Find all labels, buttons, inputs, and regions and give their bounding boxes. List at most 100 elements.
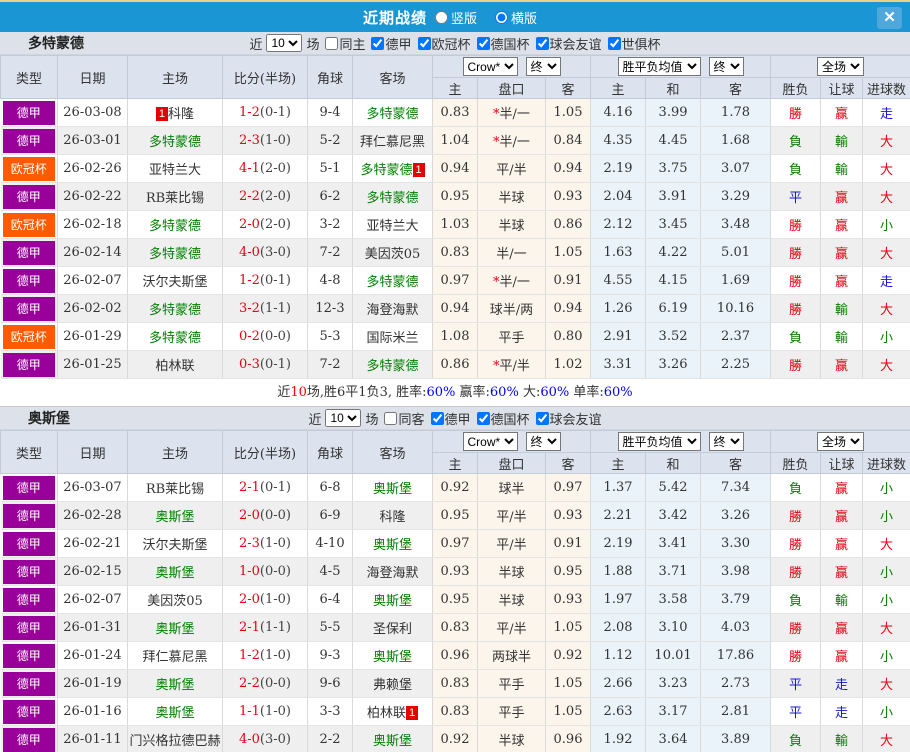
- league-filter-2[interactable]: 球会友谊: [535, 409, 602, 428]
- avg-home-cell: 1.97: [590, 585, 647, 614]
- team-name: 拜仁慕尼黑: [142, 650, 208, 665]
- type-cell: 德甲: [0, 613, 58, 642]
- avg-final-select[interactable]: 终: [708, 432, 744, 451]
- league-filter-3-checkbox[interactable]: [535, 36, 549, 50]
- result-goals-cell: 走: [862, 98, 910, 127]
- radio-vertical-layout[interactable]: [434, 10, 448, 24]
- avg-away-cell: 10.16: [700, 294, 772, 323]
- league-filter-3-label: 球会友谊: [549, 37, 602, 53]
- avg-home-cell: 1.12: [590, 641, 647, 670]
- league-filter-3[interactable]: 球会友谊: [535, 34, 602, 53]
- full-time-score: 0-2: [238, 329, 260, 344]
- away-odds-cell: 0.91: [545, 529, 592, 558]
- games-label: 场: [365, 412, 379, 428]
- result-handicap-cell: 走: [820, 697, 864, 726]
- team-cell: 圣保利: [352, 613, 433, 642]
- home-odds-cell: 0.83: [432, 98, 478, 127]
- avg-draw-cell: 3.17: [645, 697, 702, 726]
- result-handicap-cell: 輸: [820, 725, 864, 752]
- avg-draw-cell: 3.23: [645, 669, 702, 698]
- home-odds-cell: 0.96: [432, 641, 478, 670]
- avg-group-header: 胜平负均值终: [590, 55, 772, 78]
- league-filter-1-checkbox[interactable]: [417, 36, 431, 50]
- avg-odds-select[interactable]: 胜平负均值: [617, 432, 701, 451]
- handicap-star: *: [493, 107, 500, 122]
- result-handicap-cell: 赢: [820, 473, 864, 502]
- team-cell: 多特蒙德: [127, 210, 223, 239]
- avg-away-cell: 2.25: [700, 350, 772, 379]
- team-cell: 科隆: [352, 501, 433, 530]
- same-side-filter[interactable]: 同主: [325, 34, 365, 53]
- odds-final-select[interactable]: 终: [525, 432, 561, 451]
- half-time-score: (0-1): [259, 480, 291, 495]
- odds-source-select[interactable]: Crow*: [462, 432, 518, 451]
- team-cell: 奥斯堡: [352, 641, 433, 670]
- avg-draw-cell: 6.19: [645, 294, 702, 323]
- team-cell: 拜仁慕尼黑: [352, 126, 433, 155]
- league-filter-2[interactable]: 德国杯: [476, 34, 530, 53]
- half-time-score: (3-0): [259, 732, 291, 747]
- league-filter-0-label: 德甲: [385, 37, 412, 53]
- red-card-badge: 1: [412, 163, 425, 177]
- col-header-2: 主场: [127, 430, 223, 474]
- result-wdl-cell: 勝: [770, 557, 822, 586]
- home-odds-cell: 0.97: [432, 529, 478, 558]
- full-match-select[interactable]: 全场: [817, 57, 865, 76]
- odds-source-select[interactable]: Crow*: [462, 57, 518, 76]
- score-cell: 2-1(0-1): [222, 473, 308, 502]
- half-time-score: (1-0): [259, 133, 291, 148]
- handicap-cell: 两球半: [477, 641, 546, 670]
- avg-odds-select[interactable]: 胜平负均值: [617, 57, 701, 76]
- radio-horizontal-layout[interactable]: [495, 10, 508, 24]
- avg-away-cell: 3.79: [700, 585, 772, 614]
- summary-segment: 单率:: [569, 385, 604, 400]
- near-label: 近: [308, 412, 322, 428]
- league-filter-0[interactable]: 德甲: [430, 409, 471, 428]
- half-time-score: (1-1): [259, 301, 291, 316]
- avg-draw-cell: 3.42: [645, 501, 702, 530]
- league-filter-0[interactable]: 德甲: [371, 34, 412, 53]
- avg-final-select[interactable]: 终: [708, 57, 744, 76]
- sub-header-1: 盘口: [477, 77, 546, 99]
- league-filter-1[interactable]: 德国杯: [476, 409, 530, 428]
- league-filter-2-checkbox[interactable]: [476, 36, 490, 50]
- result-wdl-cell: 負: [770, 585, 822, 614]
- league-filter-0-checkbox[interactable]: [371, 36, 385, 50]
- same-side-filter-checkbox[interactable]: [384, 411, 398, 425]
- date-cell: 26-02-07: [57, 585, 128, 614]
- avg-home-cell: 2.08: [590, 613, 647, 642]
- close-icon[interactable]: ✕: [877, 7, 902, 29]
- result-goals-cell: 大: [862, 126, 910, 155]
- away-odds-cell: 0.92: [545, 641, 592, 670]
- league-filter-0-checkbox[interactable]: [430, 411, 444, 425]
- same-side-filter[interactable]: 同客: [384, 409, 425, 428]
- radio-horizontal-label[interactable]: 横版: [511, 8, 537, 27]
- handicap-star: *: [493, 275, 500, 290]
- date-cell: 26-03-01: [57, 126, 128, 155]
- radio-vertical-label[interactable]: 竖版: [451, 8, 477, 27]
- same-side-filter-checkbox[interactable]: [325, 36, 339, 50]
- league-filter-1[interactable]: 欧冠杯: [417, 34, 471, 53]
- full-match-select[interactable]: 全场: [817, 432, 865, 451]
- type-cell: 德甲: [0, 98, 58, 127]
- odds-group-header: Crow* 终: [431, 55, 592, 78]
- sub-header-8: 进球数: [862, 77, 910, 99]
- handicap-cell: 球半: [477, 473, 546, 502]
- games-count-select[interactable]: 10: [266, 34, 303, 52]
- table-row: 德甲 26-02-07 沃尔夫斯堡 1-2(0-1) 4-8 多特蒙德 0.97 *半/一 0.…: [0, 266, 910, 295]
- league-filter-1-checkbox[interactable]: [476, 411, 490, 425]
- type-badge: 德甲: [2, 699, 55, 724]
- league-filter-4[interactable]: 世俱杯: [607, 34, 661, 53]
- league-filter-4-checkbox[interactable]: [607, 36, 621, 50]
- full-time-score: 2-3: [238, 536, 260, 551]
- handicap-cell: 平手: [477, 322, 546, 351]
- odds-final-select[interactable]: 终: [525, 57, 561, 76]
- league-filter-2-checkbox[interactable]: [535, 411, 549, 425]
- team-name: 多特蒙德: [366, 107, 419, 122]
- type-badge: 德甲: [2, 100, 55, 125]
- result-handicap-cell: 赢: [820, 529, 864, 558]
- result-goals-cell: 大: [862, 238, 910, 267]
- handicap-cell: 半球: [477, 210, 546, 239]
- games-count-select[interactable]: 10: [325, 409, 362, 427]
- summary-segment: 10: [290, 385, 307, 400]
